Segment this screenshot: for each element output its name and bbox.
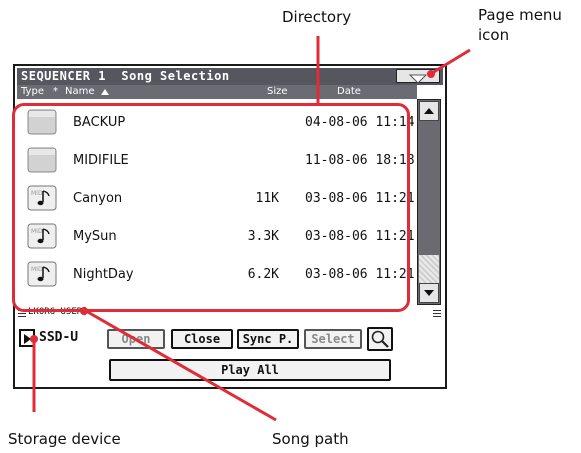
page-menu-callout-dot	[427, 70, 435, 78]
song-path-callout-line	[85, 309, 277, 422]
page-menu-callout-line	[431, 48, 471, 75]
storage-device-callout-dot	[30, 335, 38, 343]
callout-lines	[30, 36, 471, 422]
song-path-callout-dot	[80, 307, 88, 315]
